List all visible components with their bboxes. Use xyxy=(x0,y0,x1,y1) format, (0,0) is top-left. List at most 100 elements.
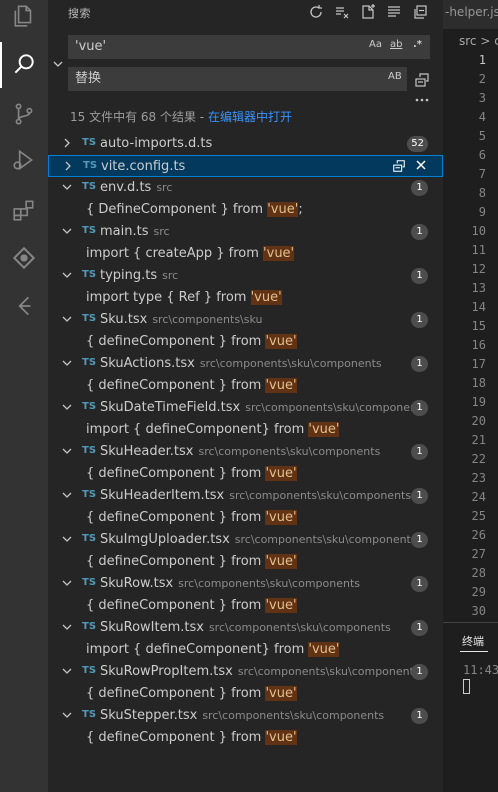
editor-tab[interactable]: -helper.js xyxy=(445,5,498,19)
chevron-down-icon[interactable] xyxy=(62,710,72,720)
match-highlight: 'vue' xyxy=(308,422,340,437)
terminal-cursor[interactable] xyxy=(463,679,470,694)
timeline-icon[interactable] xyxy=(8,290,40,322)
match-highlight: 'vue' xyxy=(265,466,297,481)
chevron-down-icon[interactable] xyxy=(62,666,72,676)
explorer-icon[interactable] xyxy=(8,0,40,32)
match-text: import { createApp } from 'vue' xyxy=(86,246,295,261)
match-prefix: { defineComponent } from xyxy=(86,554,266,569)
results-summary: 15 文件中有 68 个结果 - 在编辑器中打开 xyxy=(70,108,292,125)
result-match-line[interactable]: { defineComponent } from 'vue' xyxy=(48,727,443,749)
match-highlight: 'vue' xyxy=(263,246,295,261)
chevron-down-icon[interactable] xyxy=(62,358,72,368)
run-debug-icon[interactable] xyxy=(8,144,40,176)
dismiss-icon[interactable] xyxy=(414,158,428,172)
chevron-right-icon[interactable] xyxy=(63,161,73,171)
result-file-row[interactable]: TS vite.config.ts xyxy=(48,155,443,177)
line-number: 12 xyxy=(471,262,486,276)
chevron-down-icon[interactable] xyxy=(62,402,72,412)
match-text: { defineComponent } from 'vue' xyxy=(86,334,297,349)
match-count-badge: 1 xyxy=(411,224,428,240)
result-match-line[interactable]: { defineComponent } from 'vue' xyxy=(48,683,443,705)
result-file-row[interactable]: TS SkuDateTimeField.tsx src\components\sku… xyxy=(48,397,443,419)
chevron-down-icon[interactable] xyxy=(62,534,72,544)
result-file-row[interactable]: TS SkuImgUploader.tsx src\components\sku\c… xyxy=(48,529,443,551)
line-number: 29 xyxy=(471,585,486,599)
source-control-icon[interactable] xyxy=(8,98,40,130)
result-file-row[interactable]: TS Sku.tsx src\components\sku 1 xyxy=(48,309,443,331)
result-file-row[interactable]: TS main.ts src 1 xyxy=(48,221,443,243)
chevron-down-icon[interactable] xyxy=(62,270,72,280)
chevron-right-icon[interactable] xyxy=(62,138,72,148)
result-file-row[interactable]: TS SkuRowPropItem.tsx src\components\sku\c… xyxy=(48,661,443,683)
chevron-down-icon[interactable] xyxy=(62,578,72,588)
result-file-name: main.ts src xyxy=(100,224,170,239)
search-input[interactable] xyxy=(75,39,355,54)
chevron-down-icon[interactable] xyxy=(62,314,72,324)
search-icon[interactable] xyxy=(8,48,40,80)
file-path: src\components\sku xyxy=(152,313,263,326)
result-file-row[interactable]: TS SkuHeaderItem.tsx src\components\sku\co… xyxy=(48,485,443,507)
replace-in-file-icon[interactable] xyxy=(392,159,406,173)
whole-word-toggle[interactable]: ab xyxy=(390,39,402,50)
search-field[interactable]: Aa ab .* xyxy=(68,35,430,59)
collapse-all-icon[interactable] xyxy=(410,2,430,22)
result-file-row[interactable]: TS SkuHeader.tsx src\components\sku\compon… xyxy=(48,441,443,463)
match-count-badge: 1 xyxy=(411,444,428,460)
result-match-line[interactable]: { defineComponent } from 'vue' xyxy=(48,551,443,573)
result-match-line[interactable]: { DefineComponent } from 'vue'; xyxy=(48,199,443,221)
match-text: { defineComponent } from 'vue' xyxy=(86,730,297,745)
chevron-down-icon[interactable] xyxy=(62,622,72,632)
match-count-badge: 1 xyxy=(411,268,428,284)
chevron-down-icon[interactable] xyxy=(62,446,72,456)
result-file-row[interactable]: TS SkuStepper.tsx src\components\sku\compo… xyxy=(48,705,443,727)
result-file-name: Sku.tsx src\components\sku xyxy=(100,312,263,327)
result-match-line[interactable]: { defineComponent } from 'vue' xyxy=(48,463,443,485)
tab-terminal[interactable]: 终端 xyxy=(462,633,484,649)
chevron-down-icon[interactable] xyxy=(62,182,72,192)
replace-input[interactable] xyxy=(75,71,355,86)
match-highlight: 'vue' xyxy=(265,730,297,745)
chevron-down-icon[interactable] xyxy=(62,490,72,500)
replace-field[interactable]: AB xyxy=(68,67,407,91)
typescript-file-icon: TS xyxy=(82,225,97,236)
result-match-line[interactable]: { defineComponent } from 'vue' xyxy=(48,331,443,353)
extensions-icon[interactable] xyxy=(8,194,40,226)
match-highlight: 'vue' xyxy=(267,202,299,217)
result-file-row[interactable]: TS auto-imports.d.ts 52 xyxy=(48,133,443,155)
more-options-icon[interactable] xyxy=(412,90,432,110)
result-match-line[interactable]: import { defineComponent} from 'vue' xyxy=(48,639,443,661)
view-as-tree-icon[interactable] xyxy=(384,2,404,22)
match-case-toggle[interactable]: Aa xyxy=(369,39,382,50)
result-match-line[interactable]: import { defineComponent} from 'vue' xyxy=(48,419,443,441)
result-match-line[interactable]: { defineComponent } from 'vue' xyxy=(48,595,443,617)
result-file-row[interactable]: TS typing.ts src 1 xyxy=(48,265,443,287)
file-name: SkuHeaderItem.tsx xyxy=(100,488,225,503)
result-match-line[interactable]: { defineComponent } from 'vue' xyxy=(48,507,443,529)
result-file-row[interactable]: TS env.d.ts src 1 xyxy=(48,177,443,199)
typescript-file-icon: TS xyxy=(82,181,97,192)
chevron-down-icon[interactable] xyxy=(62,226,72,236)
new-search-editor-icon[interactable] xyxy=(358,2,378,22)
replace-all-icon[interactable] xyxy=(412,70,432,90)
result-file-row[interactable]: TS SkuActions.tsx src\components\sku\compo… xyxy=(48,353,443,375)
line-number: 3 xyxy=(478,91,486,105)
match-count-badge: 1 xyxy=(411,312,428,328)
result-match-line[interactable]: { defineComponent } from 'vue' xyxy=(48,375,443,397)
regex-toggle[interactable]: .* xyxy=(413,39,422,50)
file-name: SkuRowPropItem.tsx xyxy=(100,664,233,679)
clear-results-icon[interactable] xyxy=(332,2,352,22)
refresh-icon[interactable] xyxy=(306,2,326,22)
result-match-line[interactable]: import type { Ref } from 'vue' xyxy=(48,287,443,309)
line-number: 21 xyxy=(471,433,486,447)
preserve-case-toggle[interactable]: AB xyxy=(388,71,402,82)
result-file-row[interactable]: TS SkuRow.tsx src\components\sku\component… xyxy=(48,573,443,595)
result-file-row[interactable]: TS SkuRowItem.tsx src\components\sku\compo… xyxy=(48,617,443,639)
open-in-editor-link[interactable]: 在编辑器中打开 xyxy=(208,110,292,124)
toggle-replace-icon[interactable] xyxy=(50,56,66,72)
line-number: 28 xyxy=(471,566,486,580)
breadcrumb[interactable]: src > c xyxy=(459,34,498,48)
gitlens-icon[interactable] xyxy=(8,242,40,274)
match-prefix: import { defineComponent} from xyxy=(86,422,309,437)
result-match-line[interactable]: import { createApp } from 'vue' xyxy=(48,243,443,265)
